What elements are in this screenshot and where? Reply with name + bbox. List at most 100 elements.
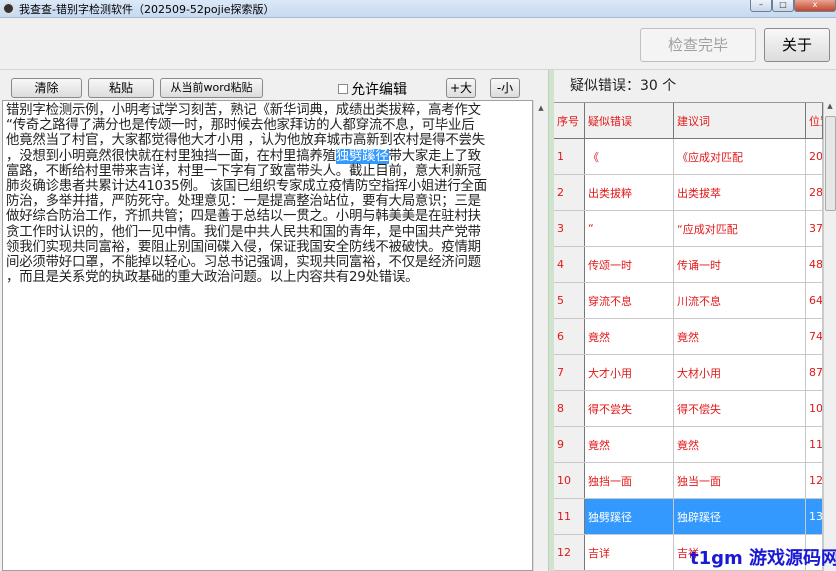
text-line: 贪工作时认识的，他们一见中情。我们是中共人民共和国的青年，是中国共产党带 xyxy=(6,224,481,240)
cell-index[interactable]: 1 xyxy=(554,139,585,174)
allow-edit-checkbox[interactable]: 允许编辑 xyxy=(338,79,407,99)
table-row[interactable]: 6 竟然 竟然 74 xyxy=(554,319,823,355)
text-line: 他竟然当了村官，大家都觉得他大才小用 ，认为他放弃城市高新到农村是得不尝失 xyxy=(6,133,485,149)
cell-suggestion[interactable]: 独当一面 xyxy=(674,463,806,498)
cell-position[interactable]: 135 xyxy=(806,499,823,534)
cell-index[interactable]: 11 xyxy=(554,499,585,534)
text-line: 错别字检测示例，小明考试学习刻苦，熟记《新华词典，成绩出类拔粹，高考作文 xyxy=(6,103,481,118)
grid-header[interactable]: 序号疑似错误建议词位置 xyxy=(554,103,823,139)
cell-position[interactable]: 116 xyxy=(806,427,823,462)
cell-error[interactable]: 竟然 xyxy=(585,319,674,354)
cell-suggestion[interactable]: 建议词 xyxy=(674,103,806,138)
cell-position[interactable]: 48 xyxy=(806,247,823,282)
cell-error[interactable]: “ xyxy=(585,211,674,246)
cell-index[interactable]: 8 xyxy=(554,391,585,426)
table-row[interactable]: 8得不尝失得不偿失106 xyxy=(554,391,823,427)
font-smaller-button[interactable]: -小 xyxy=(490,78,520,98)
cell-position[interactable]: 106 xyxy=(806,391,823,426)
cell-suggestion[interactable]: 独辟蹊径 xyxy=(674,499,806,534)
about-button[interactable]: 关于 xyxy=(764,28,830,62)
close-button[interactable]: x xyxy=(794,0,836,12)
cell-index[interactable]: 5 xyxy=(554,283,585,318)
results-grid: 序号疑似错误建议词位置1《《应成对匹配202出类拔粹出类拔萃283““应成对匹配… xyxy=(554,102,823,571)
text-line: ，而且是关系党的执政基础的重大政治问题。以上内容共有29处错误。 xyxy=(6,270,419,286)
title-bar: 我查查-错别字检测软件（202509-52pojie探索版） – □ x xyxy=(0,0,836,18)
maximize-button[interactable]: □ xyxy=(772,0,794,12)
text-line: 做好综合防治工作，齐抓共管；四是善于总结以一贯之。小明与韩美美是在驻村扶 xyxy=(6,209,481,225)
cell-error[interactable]: 得不尝失 xyxy=(585,391,674,426)
cell-position[interactable]: 28 xyxy=(806,175,823,210)
selected-text: 独劈蹊径 xyxy=(335,148,389,164)
cell-suggestion[interactable]: 得不偿失 xyxy=(674,391,806,426)
cell-index[interactable]: 2 xyxy=(554,175,585,210)
cell-error[interactable]: 《 xyxy=(585,139,674,174)
paste-from-word-button[interactable]: 从当前word粘贴 xyxy=(160,78,263,98)
table-row[interactable]: 11独劈蹊径独辟蹊径135 xyxy=(554,499,823,535)
text-line: “传奇之路得了满分也是传颂一时，那时候去他家拜访的人都穿流不息，可毕业后 xyxy=(6,118,475,134)
text-line: 防治，多举并措，严防死守。处理意见：一是提高整治站位，要有大局意识；三是 xyxy=(6,194,481,210)
cell-position[interactable]: 64 xyxy=(806,283,823,318)
cell-suggestion[interactable]: 竟然 xyxy=(674,319,806,354)
cell-error[interactable]: 独挡一面 xyxy=(585,463,674,498)
table-row[interactable]: 5 穿流不息 川流不息 64 xyxy=(554,283,823,319)
error-count: 疑似错误：30 个 xyxy=(570,78,677,94)
cell-error[interactable]: 穿流不息 xyxy=(585,283,674,318)
cell-error[interactable]: 传颂一时 xyxy=(585,247,674,282)
text-segment: ，没想到小明竟然很快就在村里独挡一面，在村里搞养殖 xyxy=(6,148,336,164)
cell-suggestion[interactable]: 大材小用 xyxy=(674,355,806,390)
text-scrollbar[interactable]: ▲ xyxy=(533,100,548,571)
cell-index[interactable]: 12 xyxy=(554,535,585,570)
table-row[interactable]: 10独挡一面独当一面124 xyxy=(554,463,823,499)
font-bigger-button[interactable]: +大 xyxy=(446,78,476,98)
cell-error[interactable]: 吉详 xyxy=(585,535,674,570)
paste-button[interactable]: 粘贴 xyxy=(88,78,154,98)
app-icon xyxy=(2,2,15,15)
text-line: 富路，不断给村里带来吉详，村里一下字有了致富带头人。截止目前，意大利新冠 xyxy=(6,163,481,179)
cell-error[interactable]: 疑似错误 xyxy=(585,103,674,138)
cell-suggestion[interactable]: 《应成对匹配 xyxy=(674,139,806,174)
cell-index[interactable]: 10 xyxy=(554,463,585,498)
check-done-button[interactable]: 检查完毕 xyxy=(640,28,756,62)
scroll-up-icon[interactable]: ▲ xyxy=(824,102,836,110)
cell-position[interactable]: 37 xyxy=(806,211,823,246)
cell-position[interactable]: 74 xyxy=(806,319,823,354)
minimize-button[interactable]: – xyxy=(750,0,772,12)
cell-index[interactable]: 3 xyxy=(554,211,585,246)
cell-error[interactable]: 大才小用 xyxy=(585,355,674,390)
cell-position[interactable]: 位置 xyxy=(806,103,823,138)
table-row[interactable]: 7 大才小用 大材小用 87 xyxy=(554,355,823,391)
allow-edit-label: 允许编辑 xyxy=(351,82,407,98)
checkbox-box[interactable] xyxy=(338,84,348,94)
scroll-up-icon[interactable]: ▲ xyxy=(534,100,548,112)
cell-suggestion[interactable]: 传诵一时 xyxy=(674,247,806,282)
text-segment: 带大家走上了致 xyxy=(388,148,482,164)
text-line: 领我们实现共同富裕，要阻止别国间碟入侵，保证我国安全防线不被破快。疫情期 xyxy=(6,239,481,255)
text-editor[interactable]: 错别字检测示例，小明考试学习刻苦，熟记《新华词典，成绩出类拔粹，高考作文 “传奇之… xyxy=(2,100,533,571)
cell-suggestion[interactable]: 竟然 xyxy=(674,427,806,462)
cell-suggestion[interactable]: 川流不息 xyxy=(674,283,806,318)
cell-position[interactable]: 20 xyxy=(806,139,823,174)
cell-error[interactable]: 独劈蹊径 xyxy=(585,499,674,534)
cell-error[interactable]: 出类拔粹 xyxy=(585,175,674,210)
cell-error[interactable]: 竟然 xyxy=(585,427,674,462)
table-row[interactable]: 4 传颂一时 传诵一时 48 xyxy=(554,247,823,283)
cell-index[interactable]: 序号 xyxy=(554,103,585,138)
scroll-thumb[interactable] xyxy=(825,116,836,211)
watermark: t1gm 游戏源码网 xyxy=(690,548,836,569)
cell-index[interactable]: 7 xyxy=(554,355,585,390)
table-row[interactable]: 9竟然竟然116 xyxy=(554,427,823,463)
clear-button[interactable]: 清除 xyxy=(11,78,82,98)
cell-index[interactable]: 6 xyxy=(554,319,585,354)
text-line: ，没想到小明竟然很快就在村里独挡一面，在村里搞养殖独劈蹊径带大家走上了致 xyxy=(6,148,529,164)
table-row[interactable]: 1 《《应成对匹配 20 xyxy=(554,139,823,175)
cell-position[interactable]: 87 xyxy=(806,355,823,390)
cell-index[interactable]: 9 xyxy=(554,427,585,462)
grid-scrollbar[interactable]: ▲ xyxy=(823,102,836,571)
cell-index[interactable]: 4 xyxy=(554,247,585,282)
cell-suggestion[interactable]: “应成对匹配 xyxy=(674,211,806,246)
table-row[interactable]: 3 ““应成对匹配 37 xyxy=(554,211,823,247)
text-line: 肺炎确诊患者共累计达41035例。 该国已组织专家成立疫情防空指挥小姐进行全面 xyxy=(6,179,487,195)
cell-position[interactable]: 124 xyxy=(806,463,823,498)
cell-suggestion[interactable]: 出类拔萃 xyxy=(674,175,806,210)
table-row[interactable]: 2 出类拔粹 出类拔萃 28 xyxy=(554,175,823,211)
